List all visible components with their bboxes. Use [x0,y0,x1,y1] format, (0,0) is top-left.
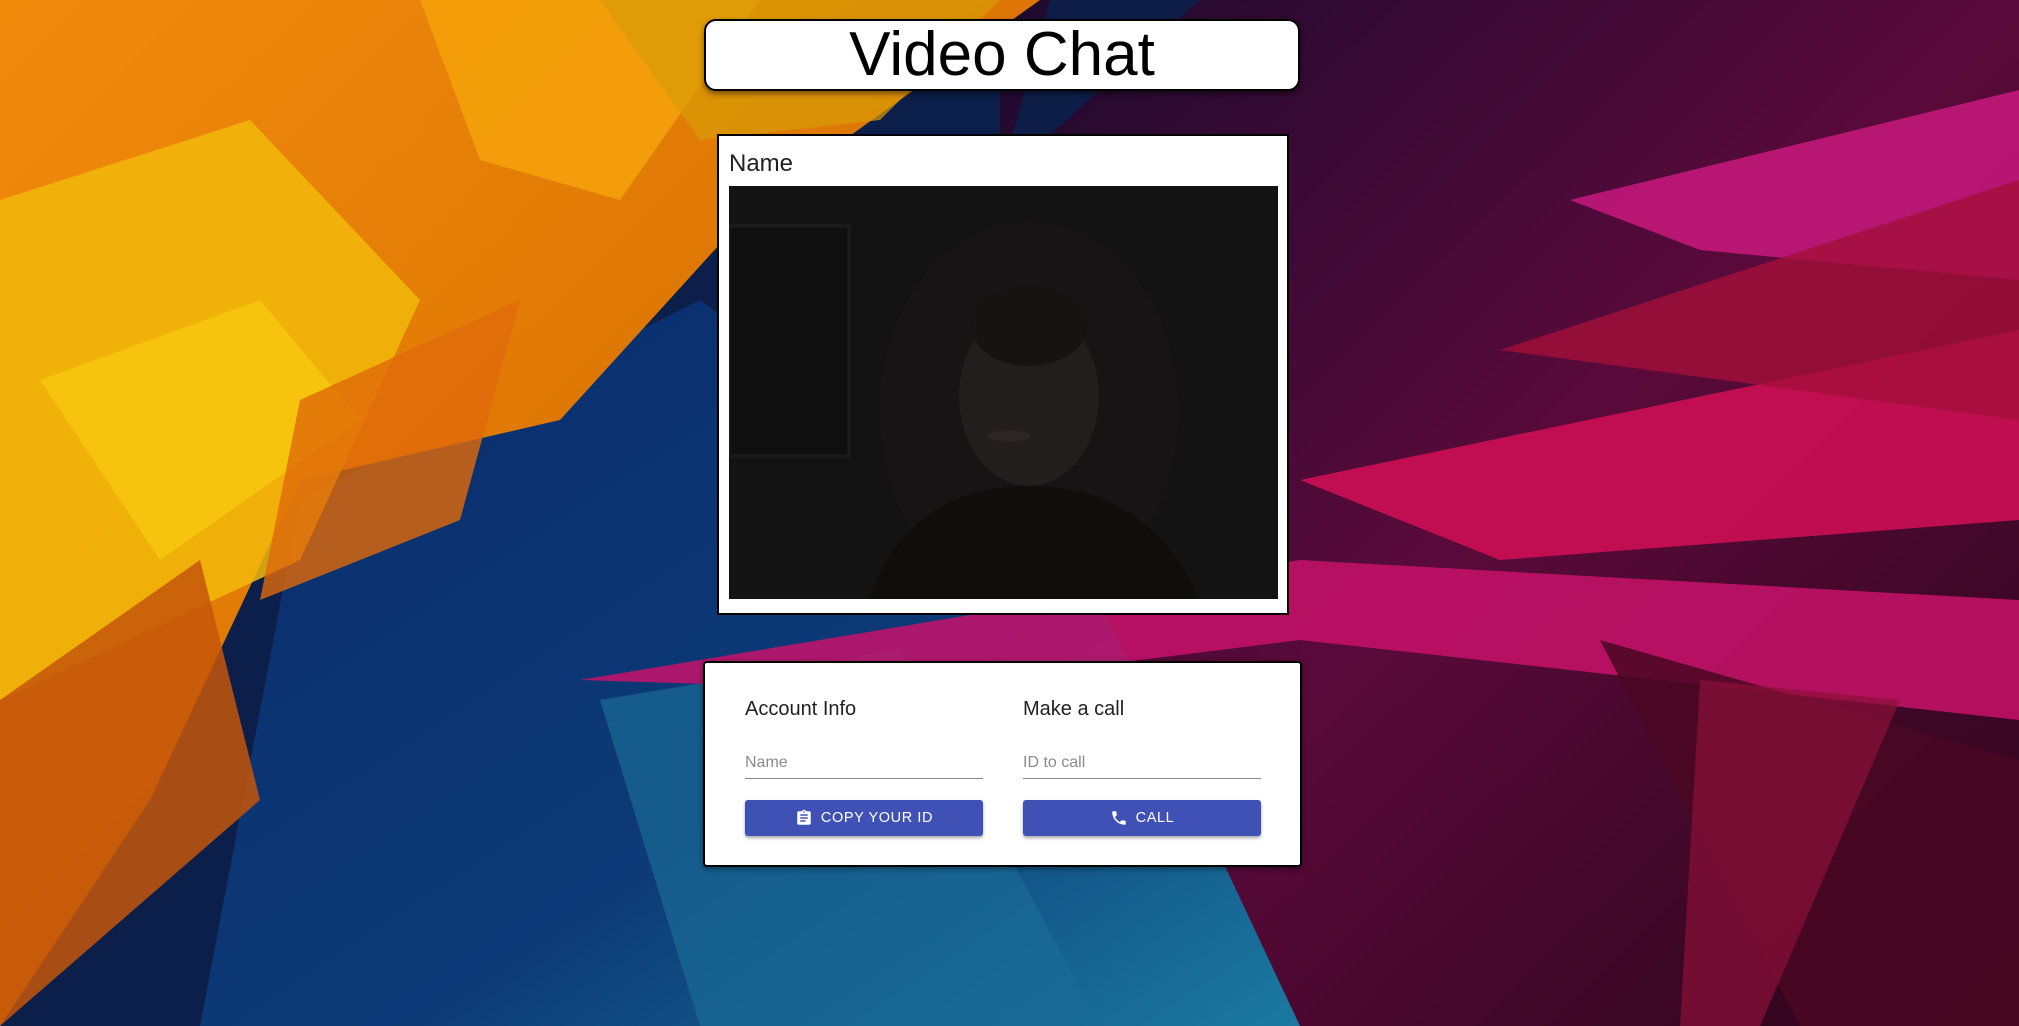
name-input[interactable] [745,748,983,779]
page-title: Video Chat [849,20,1155,89]
webcam-feed [729,186,1278,599]
id-to-call-input[interactable] [1023,748,1261,779]
video-card: Name [717,134,1289,615]
account-info-heading: Account Info [745,698,857,720]
video-name-label: Name [729,150,794,177]
copy-id-button-label: COPY YOUR ID [820,810,934,826]
phone-icon [1111,811,1126,825]
title-banner: Video Chat [704,19,1300,91]
clipboard-icon [797,809,811,825]
make-call-heading: Make a call [1023,698,1125,720]
controls-card: Account Info COPY YOUR ID Make a call CA… [703,661,1302,867]
call-button[interactable]: CALL [1023,800,1261,836]
video-stream [729,186,1278,599]
copy-id-button[interactable]: COPY YOUR ID [745,800,983,836]
call-button-label: CALL [1135,810,1175,826]
